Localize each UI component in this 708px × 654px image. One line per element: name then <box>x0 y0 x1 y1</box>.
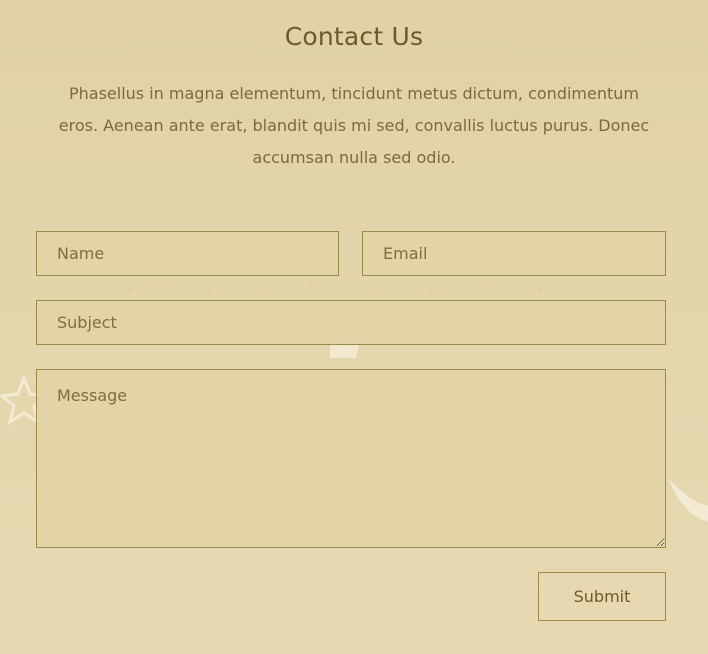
name-input[interactable] <box>36 231 339 276</box>
moon-icon <box>668 478 708 522</box>
message-textarea[interactable] <box>36 369 666 548</box>
faded-pattern <box>127 281 543 295</box>
intro-text: Phasellus in magna elementum, tincidunt … <box>58 84 650 167</box>
email-input[interactable] <box>362 231 666 276</box>
subject-input[interactable] <box>36 300 666 345</box>
submit-button[interactable]: Submit <box>538 572 666 621</box>
page-title: Contact Us <box>284 22 424 51</box>
